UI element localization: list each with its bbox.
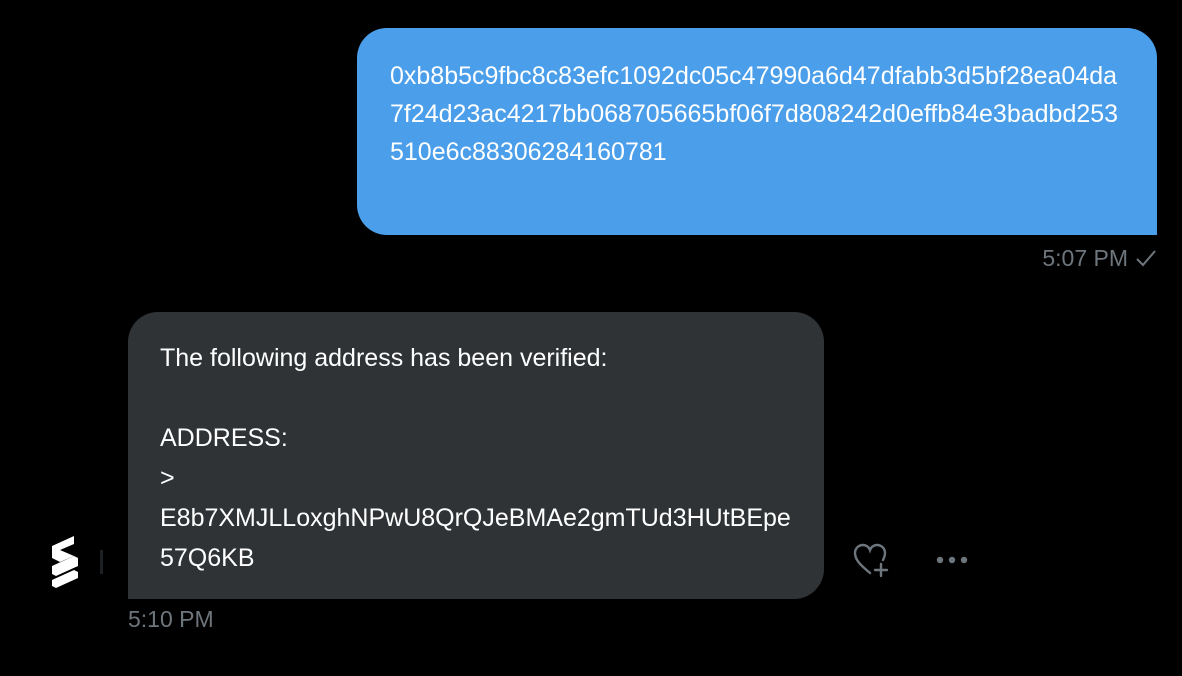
received-message-text: The following address has been verified:… bbox=[160, 344, 791, 572]
sent-message-text: 0xb8b5c9fbc8c83efc1092dc05c47990a6d47dfa… bbox=[390, 62, 1119, 166]
sent-message-meta: 5:07 PM bbox=[1042, 243, 1158, 273]
check-icon bbox=[1136, 250, 1156, 267]
received-message-time: 5:10 PM bbox=[128, 606, 214, 632]
sent-message-bubble[interactable]: 0xb8b5c9fbc8c83efc1092dc05c47990a6d47dfa… bbox=[357, 28, 1157, 235]
more-horizontal-icon[interactable] bbox=[932, 540, 972, 580]
bot-logo-icon[interactable] bbox=[44, 530, 104, 590]
received-message-bubble[interactable]: The following address has been verified:… bbox=[128, 312, 824, 599]
heart-plus-icon[interactable] bbox=[851, 540, 891, 580]
sent-message-time: 5:07 PM bbox=[1042, 244, 1128, 271]
